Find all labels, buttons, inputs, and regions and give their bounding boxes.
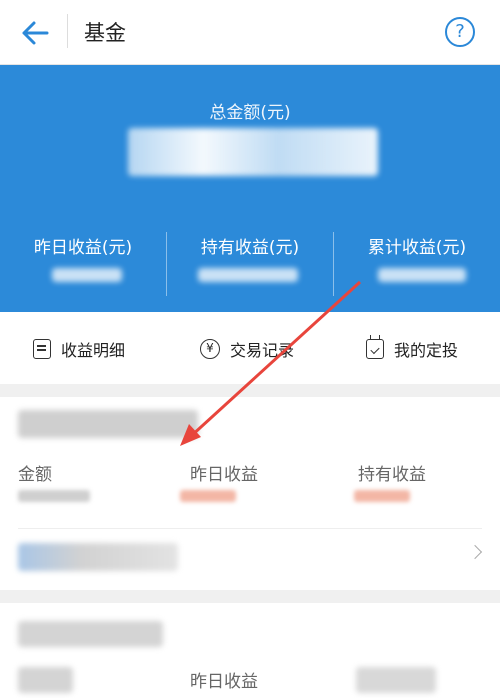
yesterday-earnings-label: 昨日收益(元): [33, 238, 133, 258]
action-bar: 收益明细 ¥ 交易记录 我的定投: [0, 312, 500, 384]
header-divider: [67, 14, 68, 48]
total-amount-value-redacted: [128, 128, 378, 176]
chevron-right-icon[interactable]: [467, 544, 483, 560]
my-auto-invest-label: 我的定投: [394, 341, 459, 360]
yesterday-earnings-label: 昨日收益: [190, 672, 258, 692]
holding-earnings-label: 持有收益: [358, 465, 426, 485]
transaction-records-label: 交易记录: [230, 341, 295, 360]
fund-name-redacted: [18, 621, 163, 647]
total-amount-label: 总金额(元): [209, 103, 291, 123]
amount-value-redacted: [18, 490, 90, 502]
amount-label: 金额: [18, 465, 52, 485]
holding-earnings-value-redacted: [354, 490, 410, 502]
transaction-records-button[interactable]: ¥ 交易记录: [200, 337, 294, 361]
yesterday-earnings-label: 昨日收益: [190, 465, 258, 485]
fund-card[interactable]: 昨日收益: [0, 603, 500, 698]
document-icon: [33, 339, 51, 359]
my-auto-invest-button[interactable]: 我的定投: [366, 335, 459, 361]
holding-earnings-label: 持有收益(元): [200, 238, 300, 258]
earnings-detail-button[interactable]: 收益明细: [33, 337, 125, 361]
cumulative-earnings-value-redacted: [378, 268, 466, 282]
yesterday-earnings-value-redacted: [52, 268, 122, 282]
yen-icon: ¥: [200, 339, 220, 359]
earnings-detail-label: 收益明细: [61, 341, 126, 360]
top-bar: 基金 ?: [0, 0, 500, 65]
amount-label-redacted: [18, 667, 73, 693]
yesterday-earnings-value-redacted: [180, 490, 236, 502]
cumulative-earnings-label: 累计收益(元): [367, 238, 467, 258]
calendar-check-icon: [366, 335, 384, 359]
fund-card[interactable]: 金额 昨日收益 持有收益: [0, 397, 500, 590]
holding-earnings-label-redacted: [356, 667, 436, 693]
assets-summary: 总金额(元) 昨日收益(元) 持有收益(元) 累计收益(元): [0, 65, 500, 312]
card-divider: [18, 528, 482, 529]
help-icon[interactable]: ?: [445, 17, 475, 47]
arrow-left-icon[interactable]: [18, 16, 52, 50]
fund-name-redacted: [18, 410, 198, 438]
page-title: 基金: [84, 21, 126, 45]
holding-earnings-value-redacted: [198, 268, 298, 282]
fund-sub-info-redacted: [18, 543, 178, 571]
